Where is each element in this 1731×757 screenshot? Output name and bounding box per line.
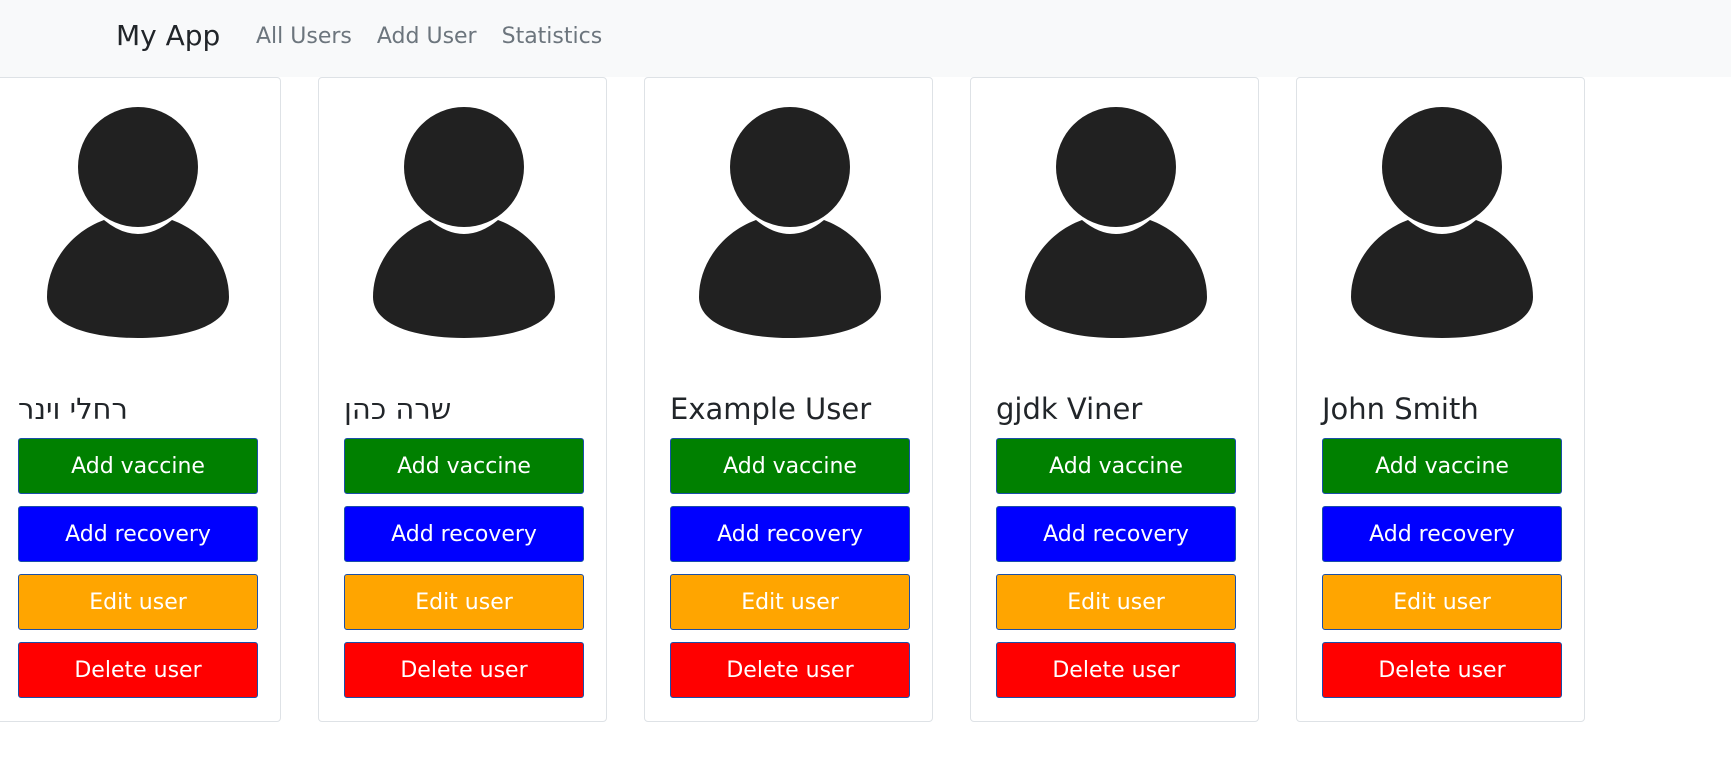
user-silhouette-icon <box>47 107 229 338</box>
add-recovery-button[interactable]: Add recovery <box>1322 506 1562 562</box>
delete-user-button[interactable]: Delete user <box>18 642 258 698</box>
user-card: gjdk Viner Add vaccine Add recovery Edit… <box>970 77 1259 722</box>
user-name: Example User <box>670 392 872 426</box>
delete-user-button[interactable]: Delete user <box>670 642 910 698</box>
add-recovery-button[interactable]: Add recovery <box>996 506 1236 562</box>
user-name: שרה כהן <box>344 392 452 426</box>
navbar: My App All Users Add User Statistics <box>0 0 1731 77</box>
user-card: שרה כהן Add vaccine Add recovery Edit us… <box>318 77 607 722</box>
edit-user-button[interactable]: Edit user <box>344 574 584 630</box>
user-name: John Smith <box>1322 392 1479 426</box>
user-name: רחלי וינר <box>18 392 128 426</box>
add-recovery-button[interactable]: Add recovery <box>670 506 910 562</box>
brand-link[interactable]: My App <box>116 18 220 54</box>
delete-user-button[interactable]: Delete user <box>1322 642 1562 698</box>
user-silhouette-icon <box>373 107 555 338</box>
nav-link-add-user[interactable]: Add User <box>377 22 477 52</box>
edit-user-button[interactable]: Edit user <box>1322 574 1562 630</box>
edit-user-button[interactable]: Edit user <box>996 574 1236 630</box>
user-silhouette-icon <box>1351 107 1533 338</box>
nav-link-all-users[interactable]: All Users <box>256 22 352 52</box>
nav-link-statistics[interactable]: Statistics <box>502 22 603 52</box>
user-card: John Smith Add vaccine Add recovery Edit… <box>1296 77 1585 722</box>
user-card: Example User Add vaccine Add recovery Ed… <box>644 77 933 722</box>
user-silhouette-icon <box>1025 107 1207 338</box>
add-vaccine-button[interactable]: Add vaccine <box>670 438 910 494</box>
user-name: gjdk Viner <box>996 392 1143 426</box>
add-vaccine-button[interactable]: Add vaccine <box>18 438 258 494</box>
nav-links: All Users Add User Statistics <box>256 22 602 52</box>
user-card: רחלי וינר Add vaccine Add recovery Edit … <box>0 77 281 722</box>
user-silhouette-icon <box>699 107 881 338</box>
add-recovery-button[interactable]: Add recovery <box>344 506 584 562</box>
add-vaccine-button[interactable]: Add vaccine <box>1322 438 1562 494</box>
edit-user-button[interactable]: Edit user <box>18 574 258 630</box>
add-vaccine-button[interactable]: Add vaccine <box>344 438 584 494</box>
add-vaccine-button[interactable]: Add vaccine <box>996 438 1236 494</box>
delete-user-button[interactable]: Delete user <box>996 642 1236 698</box>
delete-user-button[interactable]: Delete user <box>344 642 584 698</box>
add-recovery-button[interactable]: Add recovery <box>18 506 258 562</box>
edit-user-button[interactable]: Edit user <box>670 574 910 630</box>
